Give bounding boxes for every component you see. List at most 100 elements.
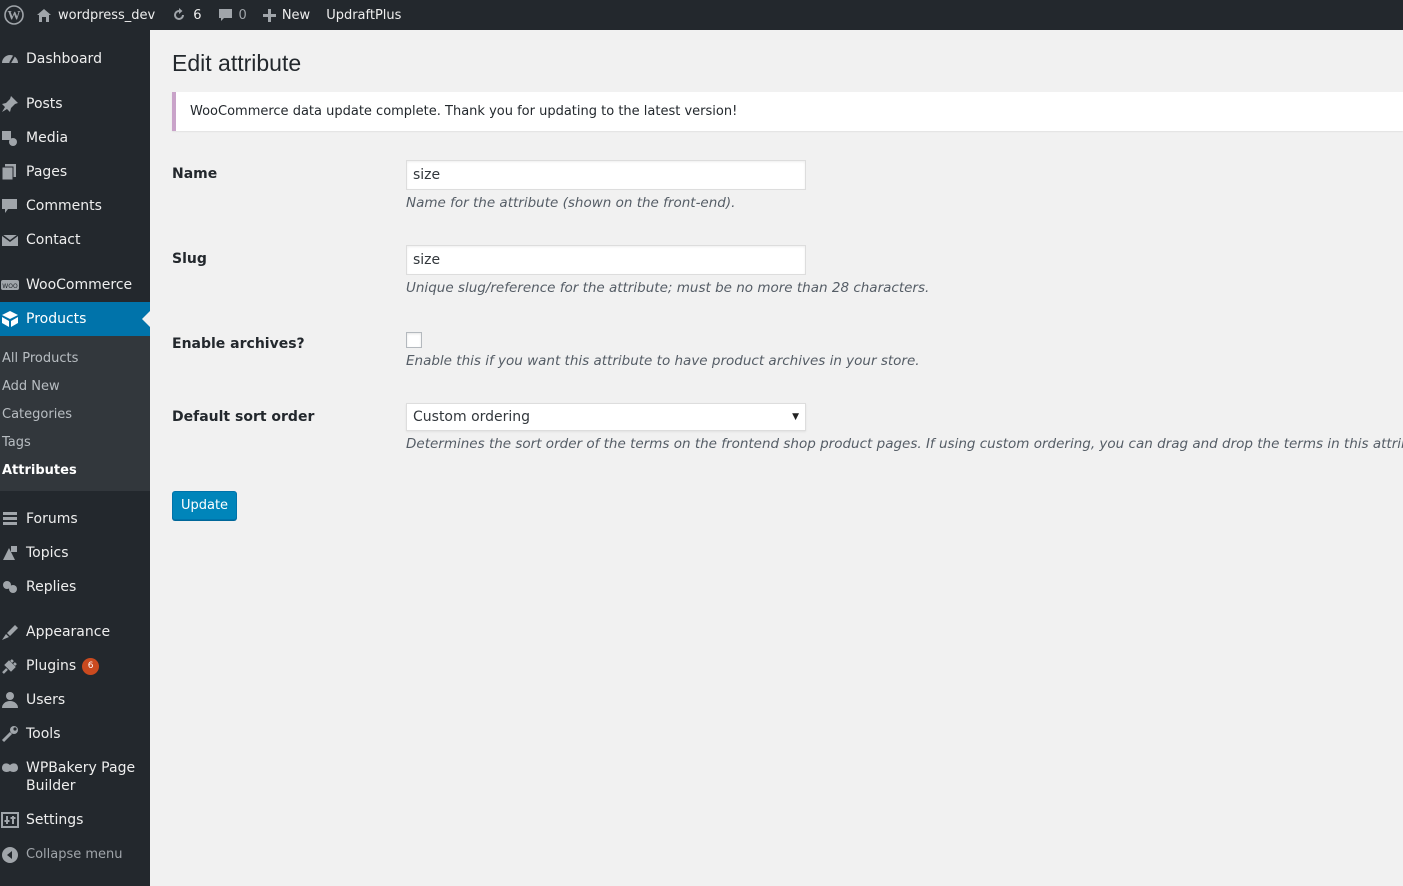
menu-settings[interactable]: Settings <box>0 811 150 829</box>
menu-dashboard[interactable]: Dashboard <box>0 50 150 68</box>
svg-text:W: W <box>8 8 21 23</box>
pin-icon <box>0 95 26 113</box>
dashboard-icon <box>0 50 26 68</box>
menu-users[interactable]: Users <box>0 691 150 709</box>
home-icon <box>36 8 52 23</box>
slug-field-wrap <box>406 245 806 275</box>
archives-field-wrap <box>406 332 422 348</box>
menu-topics[interactable]: Topics <box>0 544 150 562</box>
menu-label: Forums <box>26 511 78 527</box>
updraftplus-label: UpdraftPlus <box>326 7 402 23</box>
slug-input[interactable] <box>406 245 806 275</box>
forums-icon <box>0 510 26 528</box>
comment-bubble-icon <box>218 8 233 23</box>
menu-label: WooCommerce <box>26 277 133 293</box>
sort-order-description: Determines the sort order of the terms o… <box>406 436 1403 452</box>
update-notice: WooCommerce data update complete. Thank … <box>172 92 1403 131</box>
menu-wpbakery[interactable]: WPBakery Page Builder <box>0 759 150 795</box>
comments-icon <box>0 197 26 215</box>
menu-plugins[interactable]: Plugins 6 <box>0 657 150 675</box>
menu-label: Dashboard <box>26 51 102 67</box>
menu-replies[interactable]: Replies <box>0 578 150 596</box>
menu-label: Posts <box>26 96 63 112</box>
comments-link[interactable]: 0 <box>210 0 255 30</box>
pages-icon <box>0 163 26 181</box>
menu-label: Contact <box>26 232 81 248</box>
menu-label: Plugins 6 <box>26 657 100 675</box>
enable-archives-checkbox[interactable] <box>406 332 422 348</box>
menu-appearance[interactable]: Appearance <box>0 623 150 641</box>
notice-text: WooCommerce data update complete. Thank … <box>190 104 738 119</box>
comments-count: 0 <box>238 7 247 23</box>
collapse-menu-button[interactable]: Collapse menu <box>0 846 150 864</box>
updates-count: 6 <box>193 7 202 23</box>
sort-order-value: Custom ordering <box>413 409 531 425</box>
menu-contact[interactable]: Contact <box>0 231 150 249</box>
updraftplus-link[interactable]: UpdraftPlus <box>318 0 409 30</box>
wpbakery-label-line1: WPBakery Page <box>26 760 136 776</box>
page-title: Edit attribute <box>172 50 302 76</box>
plugins-icon <box>0 657 26 675</box>
wpbakery-label-line2: Builder <box>26 778 76 794</box>
menu-woocommerce[interactable]: WOO WooCommerce <box>0 276 150 294</box>
menu-tools[interactable]: Tools <box>0 725 150 743</box>
tools-icon <box>0 725 26 743</box>
menu-media[interactable]: Media <box>0 129 150 147</box>
wpbakery-icon <box>0 759 26 777</box>
menu-label: Settings <box>26 812 84 828</box>
new-content-link[interactable]: New <box>255 0 318 30</box>
menu-comments[interactable]: Comments <box>0 197 150 215</box>
menu-label: Tools <box>26 726 61 742</box>
menu-label: Collapse menu <box>26 847 123 862</box>
name-input[interactable] <box>406 160 806 190</box>
menu-forums[interactable]: Forums <box>0 510 150 528</box>
menu-label: Comments <box>26 198 102 214</box>
sort-order-label: Default sort order <box>172 409 315 425</box>
collapse-icon <box>0 846 26 864</box>
update-button[interactable]: Update <box>172 491 237 520</box>
submenu-add-new[interactable]: Add New <box>2 379 60 395</box>
topics-icon <box>0 544 26 562</box>
menu-products[interactable]: Products <box>0 302 150 336</box>
submenu-attributes[interactable]: Attributes <box>2 463 77 479</box>
media-icon <box>0 129 26 147</box>
menu-label: Appearance <box>26 624 111 640</box>
menu-label: Topics <box>26 545 69 561</box>
menu-label: Replies <box>26 579 77 595</box>
new-label: New <box>281 7 311 23</box>
admin-bar: W wordpress_dev 6 0 New UpdraftPlus <box>0 0 1403 30</box>
site-name-link[interactable]: wordpress_dev <box>28 0 163 30</box>
slug-label: Slug <box>172 251 207 267</box>
menu-label: Media <box>26 130 69 146</box>
plugins-update-badge: 6 <box>82 657 100 675</box>
wordpress-logo-icon[interactable]: W <box>0 0 28 30</box>
users-icon <box>0 691 26 709</box>
chevron-down-icon: ▼ <box>792 412 799 422</box>
name-description: Name for the attribute (shown on the fro… <box>406 195 736 211</box>
name-field-wrap <box>406 160 806 190</box>
products-icon <box>0 310 26 328</box>
mail-icon <box>0 231 26 249</box>
plus-icon <box>262 8 276 22</box>
submenu-tags[interactable]: Tags <box>2 435 31 451</box>
submenu-all-products[interactable]: All Products <box>2 351 78 367</box>
sort-order-select[interactable]: Custom ordering ▼ <box>406 403 806 431</box>
settings-icon <box>0 811 26 829</box>
name-label: Name <box>172 166 218 182</box>
replies-icon <box>0 578 26 596</box>
menu-label: WPBakery Page Builder <box>26 759 135 795</box>
refresh-icon <box>171 7 187 23</box>
slug-description: Unique slug/reference for the attribute;… <box>406 280 930 296</box>
svg-text:WOO: WOO <box>2 283 18 290</box>
menu-posts[interactable]: Posts <box>0 95 150 113</box>
submenu-categories[interactable]: Categories <box>2 407 72 423</box>
site-name-label: wordpress_dev <box>58 7 156 23</box>
updates-link[interactable]: 6 <box>163 0 209 30</box>
products-submenu: All Products Add New Categories Tags Att… <box>0 336 150 491</box>
menu-label: Products <box>26 311 87 327</box>
archives-label: Enable archives? <box>172 336 305 352</box>
menu-pages[interactable]: Pages <box>0 163 150 181</box>
menu-label: Pages <box>26 164 68 180</box>
admin-sidebar: Dashboard Posts Media Pages Comments Con… <box>0 30 150 886</box>
woo-icon: WOO <box>0 276 26 294</box>
